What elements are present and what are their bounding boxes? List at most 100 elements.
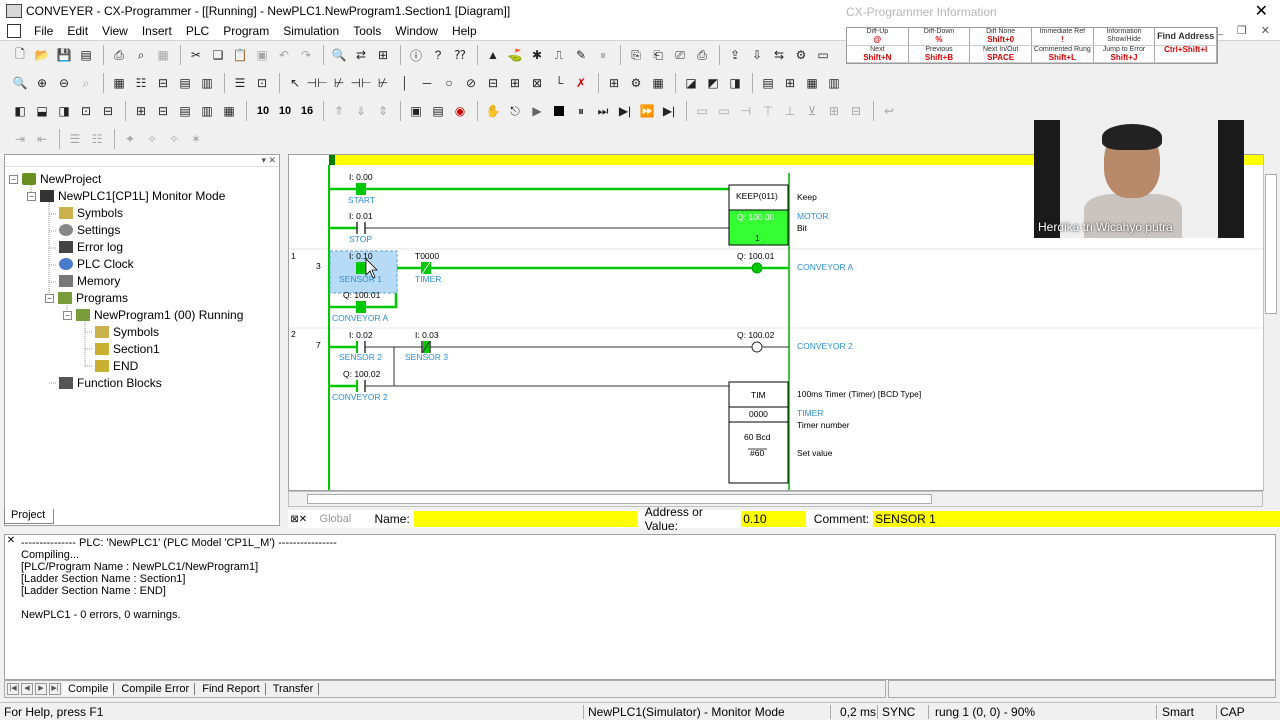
step-out-icon[interactable]: ▶| (659, 101, 679, 121)
open-folder-icon[interactable]: 📂 (32, 45, 52, 65)
print-setup-icon[interactable]: ▦ (153, 45, 173, 65)
simulator-icon[interactable]: ▭ (813, 45, 833, 65)
local-symbols-icon[interactable]: ⊞ (131, 101, 151, 121)
step-icon[interactable]: ⏭ (593, 101, 613, 121)
memory-view-icon[interactable]: ▤ (758, 73, 778, 93)
force-off-icon[interactable]: ◨ (725, 73, 745, 93)
menu-file[interactable]: File (27, 24, 60, 38)
panel-close-icon[interactable]: ▾ ✕ (261, 155, 276, 166)
symbol-bar-close-icon[interactable]: ⊠✕ (288, 514, 310, 525)
new-closed-coil-icon[interactable]: ⊘ (461, 73, 481, 93)
align-right-icon[interactable]: ⊣ (736, 101, 756, 121)
info-icon[interactable]: ⓘ (406, 45, 426, 65)
pause-icon[interactable]: ⏸ (571, 101, 591, 121)
new-instruction-icon[interactable]: ⊟ (483, 73, 503, 93)
close-icon[interactable]: ✕ (1255, 1, 1268, 21)
menu-program[interactable]: Program (216, 24, 276, 38)
mnemonic-view-icon[interactable]: ▤ (175, 101, 195, 121)
prev-tab-icon[interactable]: ◀ (21, 683, 33, 695)
menu-edit[interactable]: Edit (60, 24, 95, 38)
fast-forward-icon[interactable]: ⏩ (637, 101, 657, 121)
info-cell-next-in-out[interactable]: Next In/Out SPACE (970, 45, 1032, 63)
context-help-icon[interactable]: ⁇ (450, 45, 470, 65)
menu-help[interactable]: Help (445, 24, 484, 38)
watch-window-icon[interactable]: ◪ (681, 73, 701, 93)
align-middle-icon[interactable]: ⊥ (780, 101, 800, 121)
stop-icon[interactable] (549, 101, 569, 121)
zoom-in-icon[interactable]: ⊕ (32, 73, 52, 93)
select-mode-icon[interactable]: ↖ (285, 73, 305, 93)
outdent-icon[interactable]: ⇤ (32, 129, 52, 149)
reset-icon[interactable]: ⇓ (351, 101, 371, 121)
print-preview-icon[interactable]: ⌕ (131, 45, 151, 65)
cross-reference-icon[interactable]: ⊡ (252, 73, 272, 93)
monitor-mode-icon[interactable]: ⎚ (670, 45, 690, 65)
comment-icon[interactable]: ☰ (65, 129, 85, 149)
st-view-icon[interactable]: ▥ (197, 101, 217, 121)
data-trace-icon[interactable]: ⎍ (549, 45, 569, 65)
uncomment-icon[interactable]: ☷ (87, 129, 107, 149)
align-bottom-icon[interactable]: ⊻ (802, 101, 822, 121)
tree-node-section1[interactable]: Section1 (95, 341, 160, 357)
hex-display[interactable]: 16 (296, 105, 318, 117)
compile-icon[interactable]: ⚙ (791, 45, 811, 65)
tab-find-report[interactable]: Find Report (197, 683, 266, 695)
restore-icon[interactable]: ❐ (1237, 24, 1247, 37)
last-tab-icon[interactable]: ▶| (49, 683, 61, 695)
tree-node-function-blocks[interactable]: Function Blocks (59, 375, 162, 391)
info-cell-diff-up[interactable]: Diff-Up @ (847, 28, 909, 46)
menu-plc[interactable]: PLC (179, 24, 216, 38)
save-icon[interactable]: 💾 (54, 45, 74, 65)
save-all-icon[interactable]: ▤ (76, 45, 96, 65)
info-cell-information[interactable]: Information Show/Hide (1093, 28, 1156, 46)
address-reference-icon[interactable]: ⊞ (373, 45, 393, 65)
stop-monitor-icon[interactable]: ⏸ (593, 45, 613, 65)
align-top-icon[interactable]: ⊤ (758, 101, 778, 121)
new-or-contact-icon[interactable]: ⊣⊢ (351, 73, 372, 93)
transfer-to-plc-icon[interactable]: ⇪ (725, 45, 745, 65)
keep-instruction[interactable]: KEEP(011) Q: 100.00 1 Keep MOTOR Bit (728, 184, 828, 246)
output-window-icon[interactable]: ⬓ (32, 101, 52, 121)
settings-view-icon[interactable]: ▦ (802, 73, 822, 93)
info-cell-immediate-ref[interactable]: Immediate Ref! (1032, 28, 1094, 46)
show-ladder-icon[interactable]: ▥ (197, 73, 217, 93)
tree-node-error-log[interactable]: Error log (59, 239, 123, 255)
output-horizontal-scrollbar[interactable] (888, 680, 1276, 698)
new-function-block-icon[interactable]: ⊞ (604, 73, 624, 93)
monitor-in-hex-icon[interactable]: ▤ (175, 73, 195, 93)
tree-node-settings[interactable]: Settings (59, 222, 120, 238)
tab-compile-error[interactable]: Compile Error (116, 683, 196, 695)
help-icon[interactable]: ? (428, 45, 448, 65)
pause-monitor-icon[interactable]: ✋ (483, 101, 503, 121)
io-table-icon[interactable]: ⊞ (780, 73, 800, 93)
mnemonic-icon[interactable]: ☰ (230, 73, 250, 93)
paste-special-icon[interactable]: ▣ (252, 45, 272, 65)
replace-icon[interactable]: ⇄ (351, 45, 371, 65)
debug-mode-icon[interactable]: ⎗ (648, 45, 668, 65)
new-coil-icon[interactable]: ○ (439, 73, 459, 93)
break-point-icon[interactable]: ◉ (450, 101, 470, 121)
step-run-icon[interactable]: ⎋ (505, 101, 525, 121)
distribute-h-icon[interactable]: ⊞ (824, 101, 844, 121)
copy-icon[interactable]: ❏ (208, 45, 228, 65)
tree-node-project[interactable]: − NewProject (9, 171, 101, 187)
indent-icon[interactable]: ⇥ (10, 129, 30, 149)
tree-node-memory[interactable]: Memory (59, 273, 120, 289)
decimal-display[interactable]: 10 (252, 105, 274, 117)
address-icon[interactable]: ⊡ (76, 101, 96, 121)
clear-bookmarks-icon[interactable]: ✶ (186, 129, 206, 149)
new-file-icon[interactable]: 🗋 (10, 45, 30, 65)
project-workspace-icon[interactable]: ◧ (10, 101, 30, 121)
symbol-table-icon[interactable]: ▦ (648, 73, 668, 93)
new-pt-contact-icon[interactable]: ⊞ (505, 73, 525, 93)
grid-icon[interactable]: ▦ (109, 73, 129, 93)
tree-node-end[interactable]: END (95, 358, 138, 374)
distribute-v-icon[interactable]: ⊟ (846, 101, 866, 121)
prev-bookmark-icon[interactable]: ✧ (164, 129, 184, 149)
menu-tools[interactable]: Tools (346, 24, 388, 38)
toggle-monitor-icon[interactable]: ⛳ (505, 45, 525, 65)
redo-icon[interactable]: ↷ (296, 45, 316, 65)
next-tab-icon[interactable]: ▶ (35, 683, 47, 695)
compare-icon[interactable]: ⇆ (769, 45, 789, 65)
tree-node-newprogram1[interactable]: − NewProgram1 (00) Running (63, 307, 243, 323)
